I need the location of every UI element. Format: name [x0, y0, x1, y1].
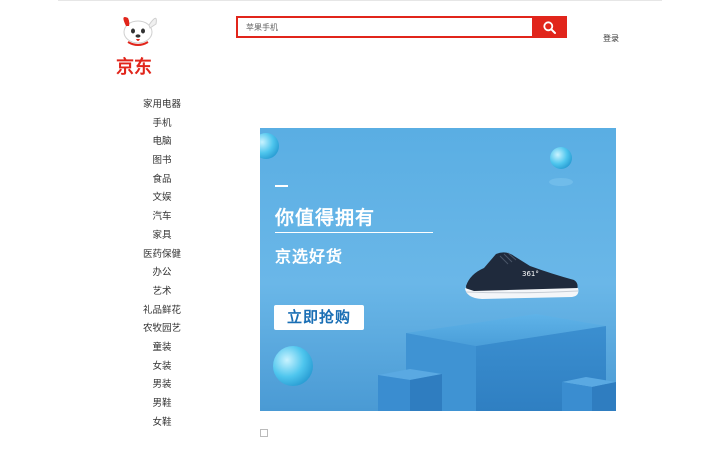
category-item[interactable]: 图书: [128, 152, 196, 171]
category-item[interactable]: 电脑: [128, 133, 196, 152]
sphere-decoration: [260, 133, 279, 159]
site-logo[interactable]: 京东: [108, 12, 168, 78]
carousel-indicator[interactable]: [260, 429, 268, 437]
category-item[interactable]: 办公: [128, 264, 196, 283]
category-item[interactable]: 男装: [128, 376, 196, 395]
login-link[interactable]: 登录: [603, 33, 619, 44]
search-bar: [236, 16, 567, 38]
category-item[interactable]: 童装: [128, 339, 196, 358]
category-item[interactable]: 食品: [128, 171, 196, 190]
category-list: 家用电器 手机 电脑 图书 食品 文娱 汽车 家具 医药保健 办公 艺术 礼品鲜…: [128, 96, 196, 432]
sphere-decoration: [273, 346, 313, 386]
search-input[interactable]: [236, 16, 532, 38]
jd-dog-mascot-icon: [123, 17, 157, 46]
category-item[interactable]: 家用电器: [128, 96, 196, 115]
category-item[interactable]: 女鞋: [128, 414, 196, 433]
category-item[interactable]: 女装: [128, 358, 196, 377]
category-item[interactable]: 家具: [128, 227, 196, 246]
top-divider: [58, 0, 662, 1]
category-item[interactable]: 手机: [128, 115, 196, 134]
category-item[interactable]: 男鞋: [128, 395, 196, 414]
category-item[interactable]: 礼品鲜花: [128, 302, 196, 321]
category-item[interactable]: 医药保健: [128, 246, 196, 265]
headline-dash: [275, 185, 288, 187]
search-icon: [543, 20, 556, 34]
buy-now-button[interactable]: 立即抢购: [274, 305, 364, 330]
category-item[interactable]: 艺术: [128, 283, 196, 302]
promo-banner[interactable]: 361° 你值得拥有 京选好货 立即抢购: [260, 128, 616, 411]
search-button[interactable]: [532, 16, 567, 38]
sphere-decoration: [550, 147, 572, 169]
banner-illustration: 361°: [260, 133, 616, 411]
svg-text:361°: 361°: [522, 270, 539, 278]
category-item[interactable]: 汽车: [128, 208, 196, 227]
category-item[interactable]: 农牧园艺: [128, 320, 196, 339]
category-item[interactable]: 文娱: [128, 189, 196, 208]
logo-text: 京东: [116, 57, 152, 78]
banner-headline: 你值得拥有: [275, 207, 376, 229]
banner-subheadline: 京选好货: [275, 247, 344, 266]
sneaker-image: 361°: [465, 252, 579, 299]
headline-underline: [275, 232, 433, 233]
